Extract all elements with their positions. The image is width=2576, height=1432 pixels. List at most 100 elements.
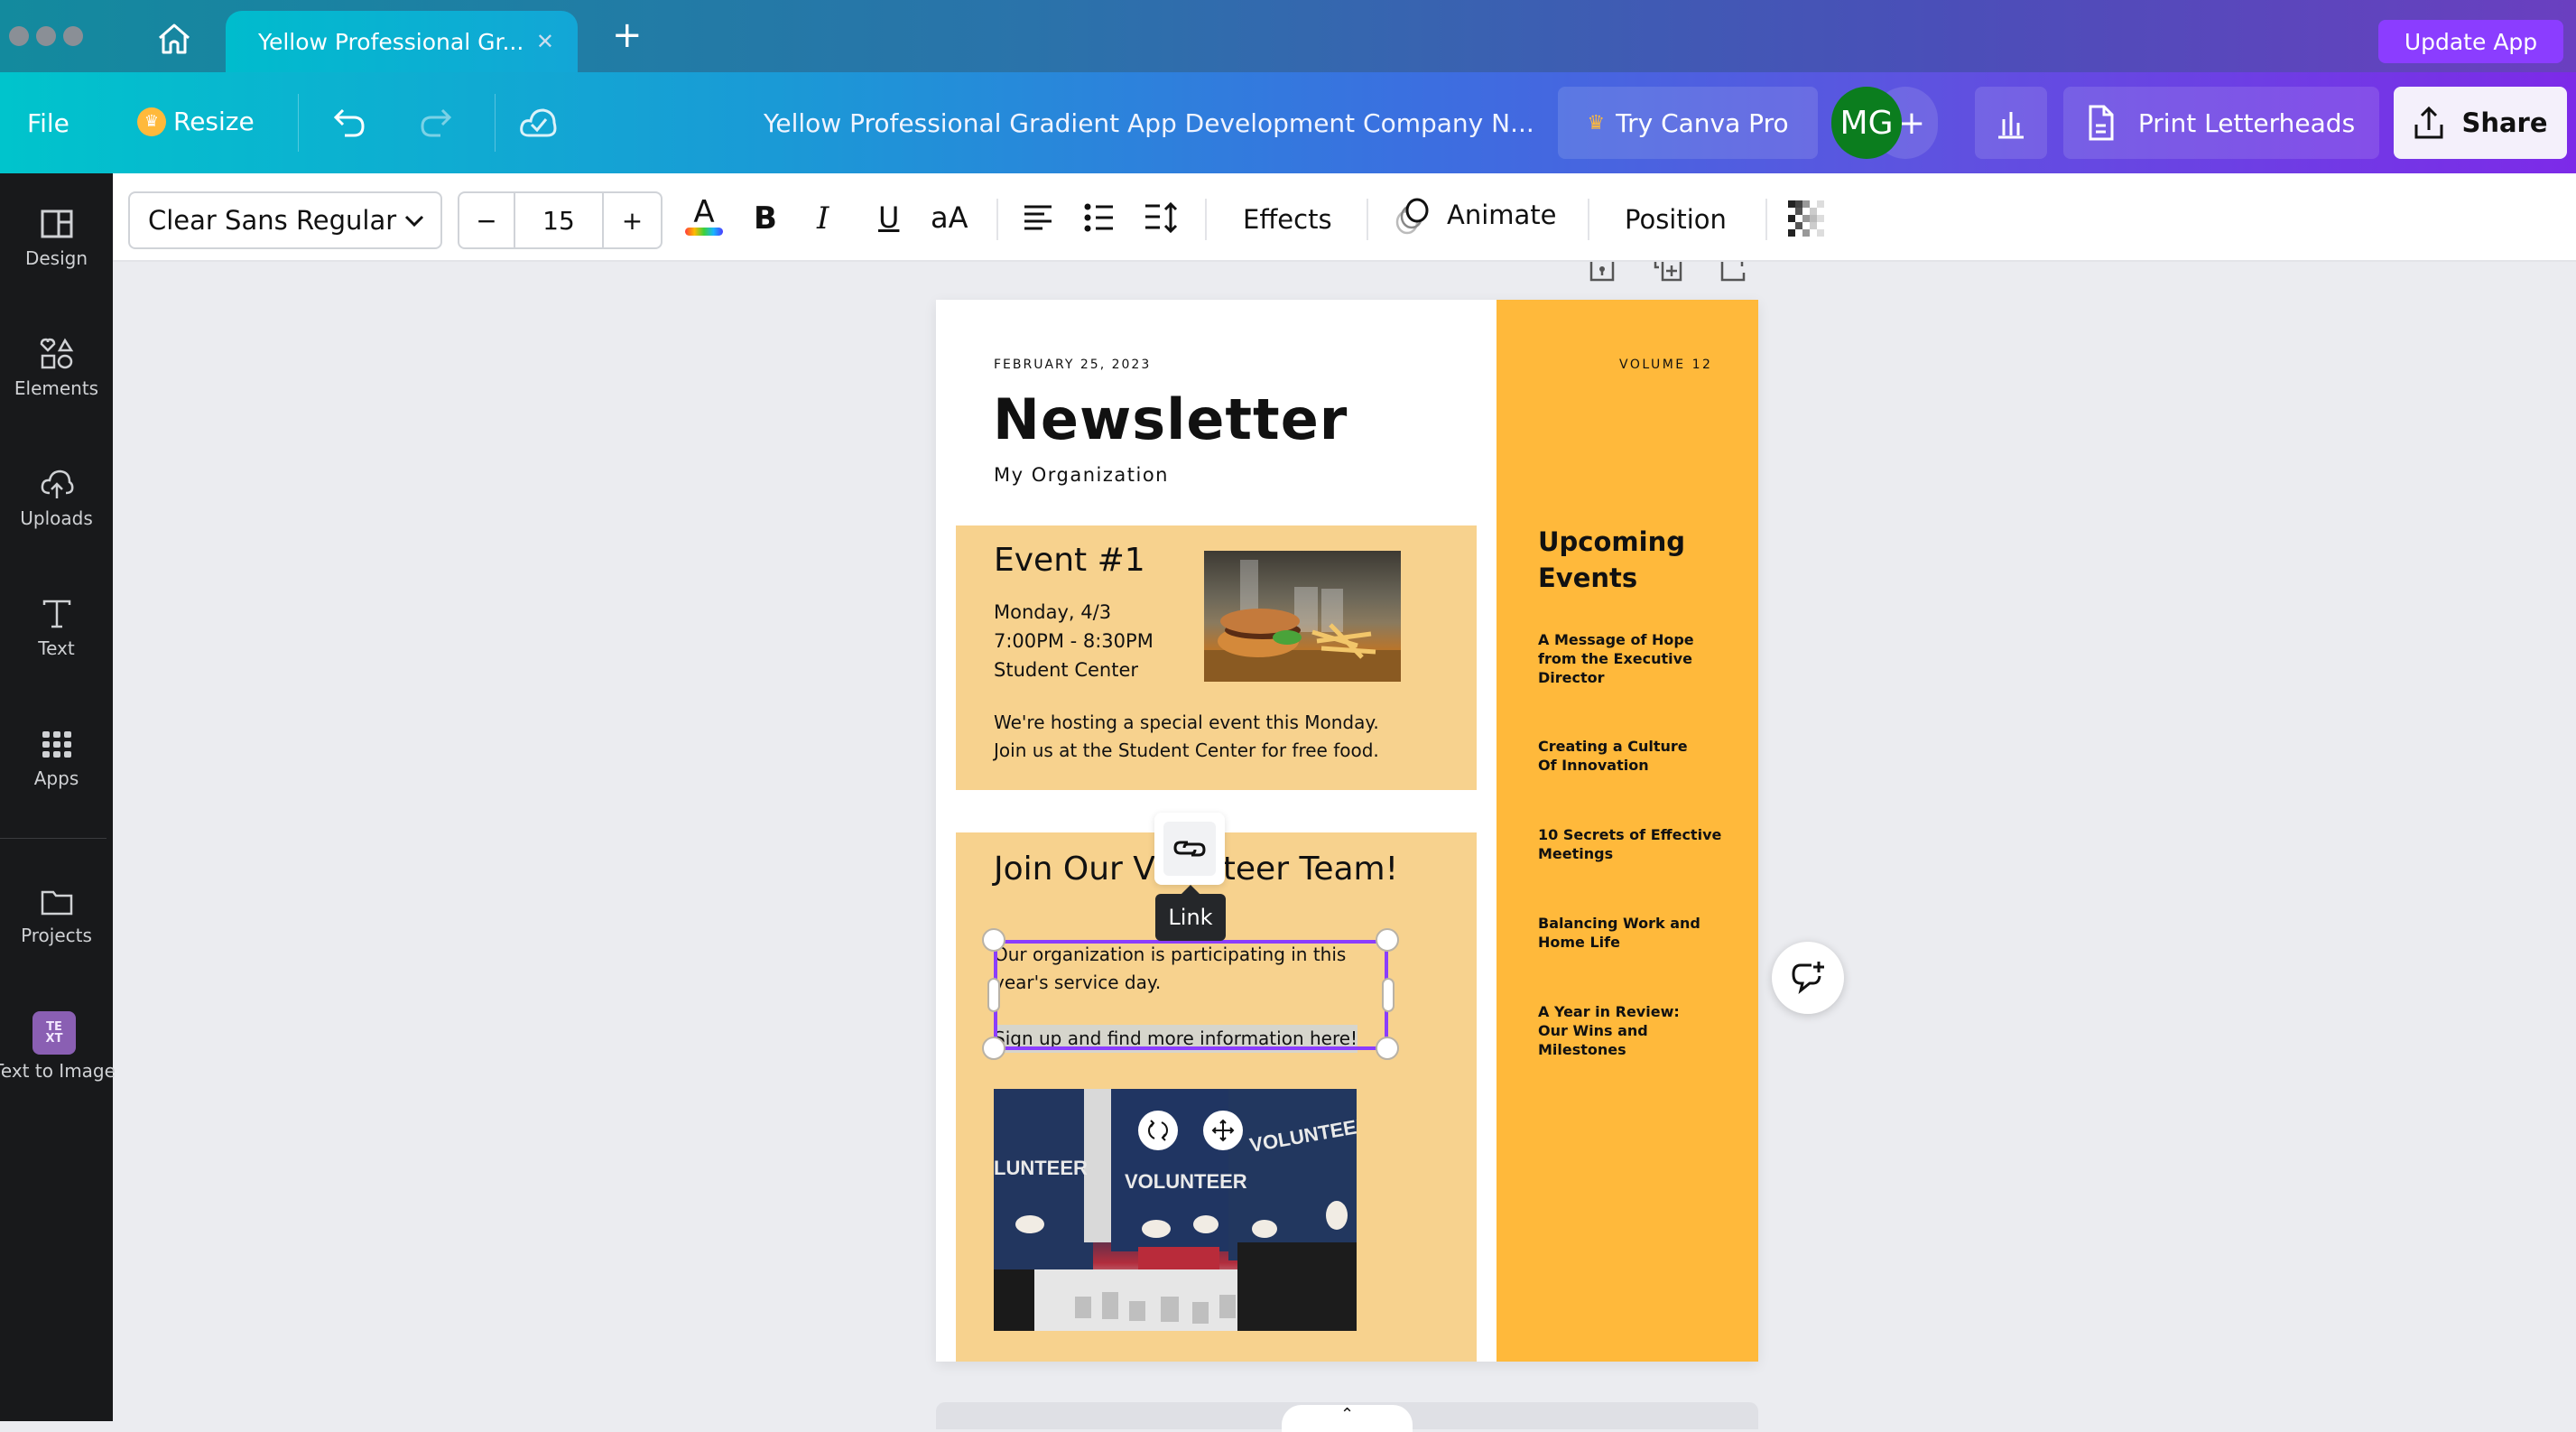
add-comment-icon <box>1792 962 1824 994</box>
folder-icon <box>41 890 72 916</box>
window-close-button[interactable] <box>9 26 29 46</box>
organization-name[interactable]: My Organization <box>994 464 1169 486</box>
bold-button[interactable]: B <box>754 200 777 237</box>
new-tab-button[interactable]: + <box>612 14 643 56</box>
resize-button[interactable]: ♛ Resize <box>137 107 255 136</box>
align-left-icon[interactable] <box>1021 202 1057 237</box>
chevron-down-icon <box>404 215 424 228</box>
upcoming-item[interactable]: A Message of Hope from the Executive Dir… <box>1538 630 1694 687</box>
sidebar-item-apps[interactable]: Apps <box>0 726 113 789</box>
resize-handle-top-left[interactable] <box>982 928 1005 952</box>
crown-icon: ♛ <box>137 107 166 136</box>
close-tab-icon[interactable]: ✕ <box>536 29 554 54</box>
update-app-button[interactable]: Update App <box>2378 20 2563 63</box>
replace-image-button[interactable] <box>1138 1111 1178 1150</box>
event-details[interactable]: Monday, 4/3 7:00PM - 8:30PM Student Cent… <box>994 598 1154 684</box>
cloud-saved-icon[interactable] <box>518 105 560 144</box>
font-size-stepper: − 15 + <box>458 191 663 249</box>
sidebar-item-label: Projects <box>21 925 92 946</box>
upcoming-item-line: Home Life <box>1538 934 1620 951</box>
user-avatar[interactable]: MG <box>1831 87 1902 159</box>
animate-button[interactable]: Animate <box>1393 195 1557 235</box>
burger-photo[interactable] <box>1204 551 1401 682</box>
event-description[interactable]: We're hosting a special event this Monda… <box>994 709 1379 765</box>
window-minimize-button[interactable] <box>36 26 56 46</box>
upcoming-item[interactable]: A Year in Review: Our Wins and Milestone… <box>1538 1002 1680 1059</box>
upcoming-item-line: Balancing Work and <box>1538 915 1700 932</box>
sidebar-item-elements[interactable]: Elements <box>0 336 113 399</box>
add-comment-button[interactable] <box>1772 942 1844 1014</box>
decrease-font-size-button[interactable]: − <box>459 193 515 247</box>
newsletter-title[interactable]: Newsletter <box>993 386 1348 452</box>
sidebar-divider <box>0 838 107 839</box>
event-heading[interactable]: Event #1 <box>994 542 1145 579</box>
upcoming-item-line: Our Wins and <box>1538 1022 1648 1039</box>
position-button[interactable]: Position <box>1625 204 1727 235</box>
share-upload-icon <box>2414 106 2443 139</box>
resize-label: Resize <box>173 107 255 136</box>
newsletter-date[interactable]: FEBRUARY 25, 2023 <box>994 358 1151 372</box>
move-image-button[interactable] <box>1203 1111 1243 1150</box>
expand-pages-button[interactable]: ⌃ <box>1282 1405 1413 1432</box>
upcoming-events-heading[interactable]: Upcoming Events <box>1538 524 1685 596</box>
line-spacing-icon[interactable] <box>1142 200 1181 238</box>
resize-handle-bottom-left[interactable] <box>982 1037 1005 1060</box>
resize-handle-left[interactable] <box>987 978 1000 1012</box>
increase-font-size-button[interactable]: + <box>604 193 661 247</box>
event-description-line: Join us at the Student Center for free f… <box>994 739 1379 761</box>
try-canva-pro-button[interactable]: ♛ Try Canva Pro <box>1558 87 1818 159</box>
file-menu[interactable]: File <box>27 108 69 138</box>
effects-button[interactable]: Effects <box>1243 204 1332 235</box>
duplicate-page-icon[interactable] <box>1654 262 1682 287</box>
upcoming-item-line: Of Innovation <box>1538 757 1649 774</box>
underline-button[interactable]: U <box>878 200 899 235</box>
sidebar-item-text-to-image[interactable]: TE XT Text to Image <box>0 1011 117 1082</box>
link-button[interactable] <box>1154 813 1225 885</box>
lock-page-icon[interactable] <box>1589 262 1615 287</box>
share-button[interactable]: Share <box>2394 87 2567 159</box>
upcoming-item[interactable]: Balancing Work and Home Life <box>1538 914 1700 952</box>
text-selection-box <box>994 940 1388 1050</box>
move-arrows-icon <box>1211 1119 1235 1142</box>
upcoming-item[interactable]: Creating a Culture Of Innovation <box>1538 737 1688 775</box>
upcoming-item-line: Milestones <box>1538 1041 1626 1058</box>
svg-text:VOLUNTEER: VOLUNTEER <box>1125 1170 1247 1193</box>
tab-document[interactable]: Yellow Professional Gr... ✕ <box>226 11 578 72</box>
resize-handle-top-right[interactable] <box>1376 928 1399 952</box>
event-section[interactable]: Event #1 Monday, 4/3 7:00PM - 8:30PM Stu… <box>956 525 1477 790</box>
font-family-dropdown[interactable]: Clear Sans Regular <box>128 191 442 249</box>
letter-case-button[interactable]: aA <box>931 200 968 235</box>
redo-icon[interactable] <box>417 105 453 144</box>
document-title[interactable]: Yellow Professional Gradient App Develop… <box>764 108 1534 138</box>
layout-icon <box>41 209 72 238</box>
resize-handle-right[interactable] <box>1382 978 1395 1012</box>
italic-button[interactable]: I <box>817 200 829 237</box>
print-label: Print Letterheads <box>2137 107 2356 138</box>
sidebar-item-projects[interactable]: Projects <box>0 883 113 946</box>
window-maximize-button[interactable] <box>63 26 83 46</box>
add-page-icon[interactable] <box>1720 262 1746 287</box>
undo-icon[interactable] <box>332 105 368 144</box>
share-label: Share <box>2461 107 2548 138</box>
sidebar-item-text[interactable]: Text <box>0 596 113 659</box>
design-canvas-page[interactable]: FEBRUARY 25, 2023 Newsletter My Organiza… <box>936 300 1758 1362</box>
print-letterheads-button[interactable]: Print Letterheads <box>2063 87 2379 159</box>
volume-label[interactable]: VOLUME 12 <box>1619 358 1712 372</box>
upcoming-item[interactable]: 10 Secrets of Effective Meetings <box>1538 825 1721 863</box>
insights-button[interactable] <box>1975 87 2047 159</box>
resize-handle-bottom-right[interactable] <box>1376 1037 1399 1060</box>
sidebar-item-label: Design <box>24 247 88 269</box>
bullet-list-icon[interactable] <box>1082 202 1118 237</box>
try-pro-label: Try Canva Pro <box>1616 107 1789 138</box>
transparency-icon[interactable] <box>1788 200 1826 242</box>
cloud-upload-icon <box>41 470 73 498</box>
sidebar-item-uploads[interactable]: Uploads <box>0 466 113 529</box>
sidebar-column[interactable]: VOLUME 12 Upcoming Events A Message of H… <box>1496 300 1758 1362</box>
upcoming-item-line: A Message of Hope <box>1538 631 1694 648</box>
font-size-input[interactable]: 15 <box>515 193 604 247</box>
text-color-button[interactable]: A <box>685 197 723 236</box>
event-time: 7:00PM - 8:30PM <box>994 630 1154 652</box>
text-format-bar: Clear Sans Regular − 15 + A B I U aA Eff… <box>113 173 2576 262</box>
sidebar-item-design[interactable]: Design <box>0 206 113 269</box>
home-icon[interactable] <box>155 22 193 58</box>
